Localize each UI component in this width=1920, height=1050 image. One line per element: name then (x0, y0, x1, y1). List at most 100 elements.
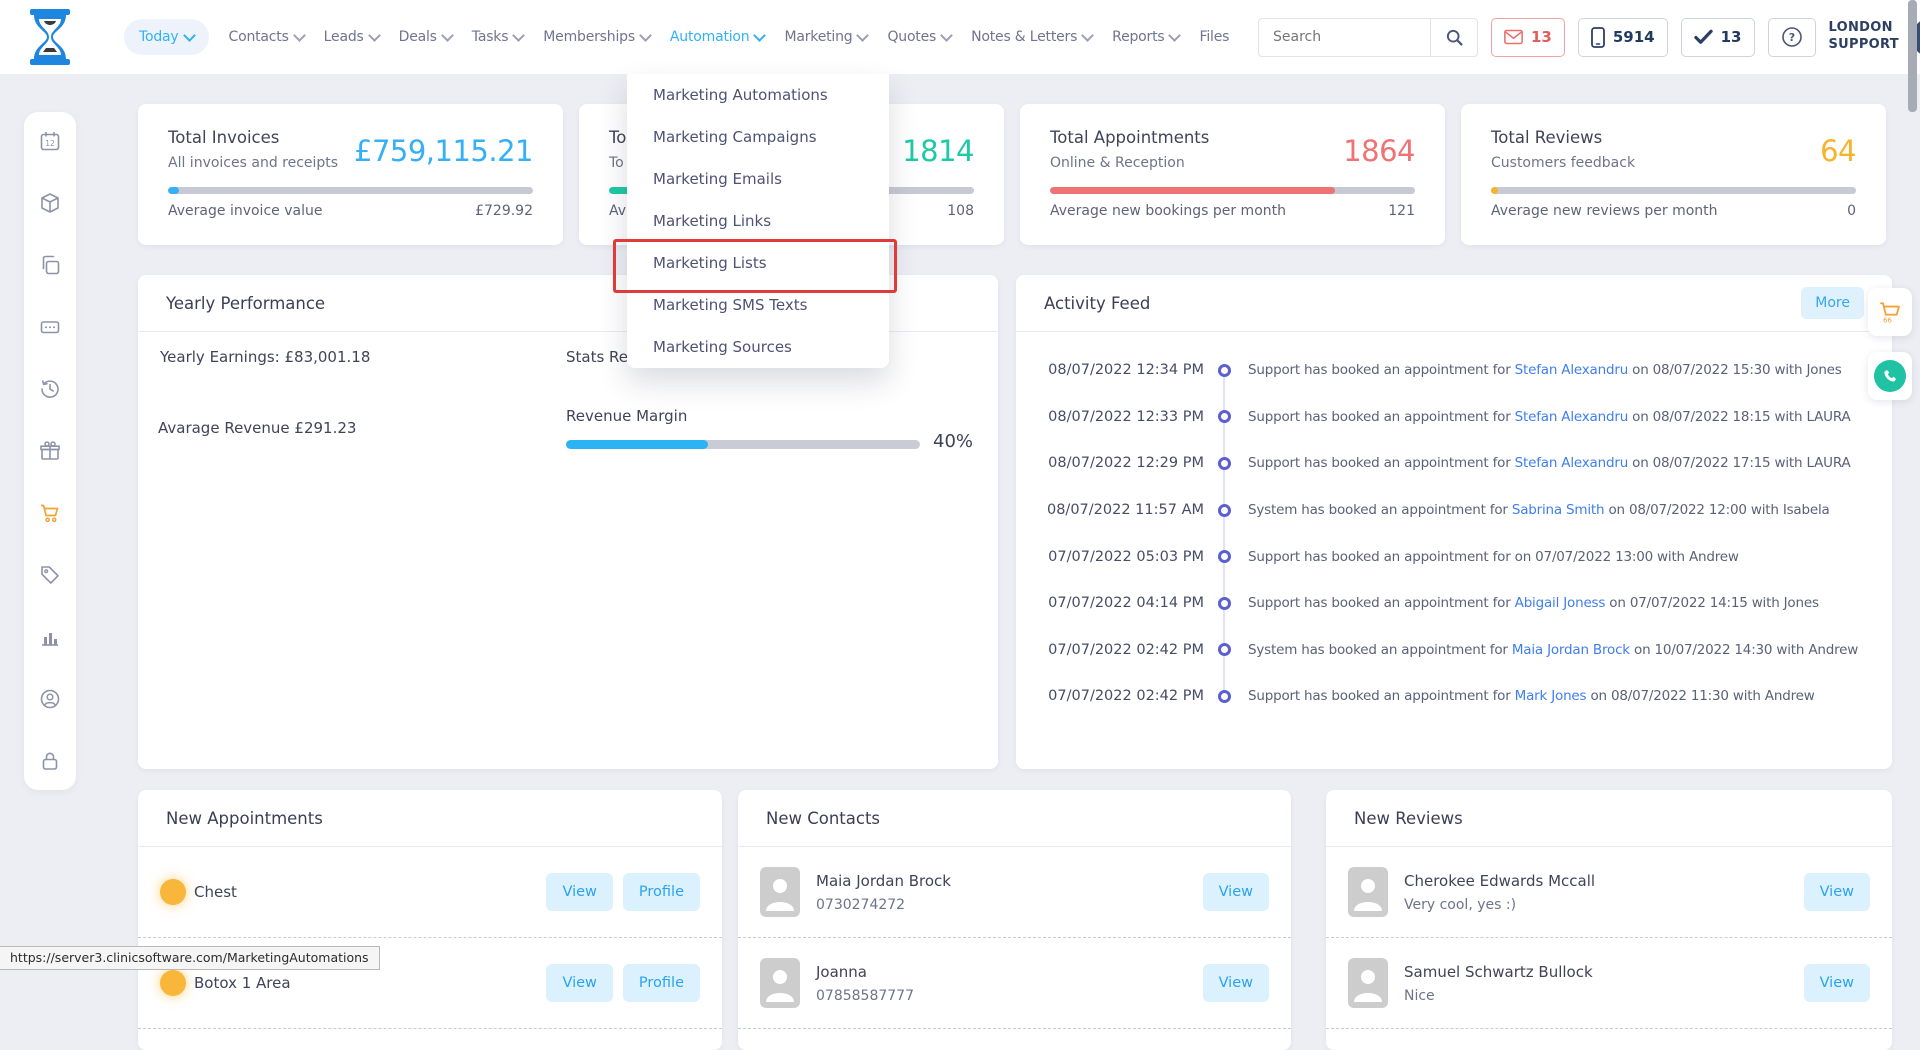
revenue-margin-pct: 40% (933, 431, 973, 452)
stat-card-progressbar (168, 187, 533, 194)
view-button[interactable]: View (1804, 873, 1870, 911)
tag-icon[interactable] (39, 564, 61, 586)
profile-button[interactable]: Profile (623, 873, 700, 911)
calendar-icon[interactable]: 12 (39, 130, 61, 152)
dropdown-menu-item[interactable]: Marketing Links (627, 200, 889, 242)
gift-icon[interactable] (39, 440, 61, 462)
nav-item[interactable]: Deals (399, 29, 452, 45)
contact-name: Joanna (816, 963, 914, 981)
nav-item[interactable]: Marketing (784, 29, 867, 45)
copy-icon[interactable] (39, 254, 61, 276)
reviewer-name: Cherokee Edwards Mccall (1404, 872, 1595, 890)
phone-widget-button[interactable] (1868, 352, 1912, 400)
lock-icon[interactable] (39, 750, 61, 772)
search-icon (1445, 28, 1464, 47)
contact-link[interactable]: Abigail Joness (1515, 595, 1606, 611)
stat-card-title: To (609, 128, 626, 147)
contact-link[interactable]: Stefan Alexandru (1515, 455, 1628, 471)
yearly-earnings: Yearly Earnings: £83,001.18 (160, 348, 370, 366)
svg-text:66: 66 (1883, 315, 1892, 324)
dropdown-menu-item[interactable]: Marketing Automations (627, 74, 889, 116)
contact-link[interactable]: Stefan Alexandru (1515, 409, 1628, 425)
view-button[interactable]: View (1203, 873, 1269, 911)
mail-badge[interactable]: 13 (1491, 18, 1565, 57)
stat-card-bottom-label: Average new reviews per month (1491, 203, 1718, 219)
dropdown-menu-item[interactable]: Marketing Campaigns (627, 116, 889, 158)
review-row: Cherokee Edwards Mccall Very cool, yes :… (1326, 847, 1892, 938)
activity-timestamp: 08/07/2022 11:57 AM (1044, 502, 1204, 518)
view-button[interactable]: View (546, 873, 612, 911)
nav-item[interactable]: Memberships (543, 29, 650, 45)
help-icon: ? (1781, 26, 1803, 48)
contact-phone: 0730274272 (816, 897, 951, 913)
package-icon[interactable] (39, 192, 61, 214)
help-button[interactable]: ? (1768, 18, 1816, 57)
view-button[interactable]: View (1804, 964, 1870, 1002)
logo-top-bar (30, 9, 70, 15)
profile-button[interactable]: Profile (623, 964, 700, 1002)
nav-item[interactable]: Reports (1112, 29, 1179, 45)
nav-item[interactable]: Contacts (229, 29, 304, 45)
contact-link[interactable]: Mark Jones (1515, 688, 1587, 704)
nav-item-label: Today (139, 29, 179, 45)
tasks-count: 13 (1721, 28, 1742, 46)
search-input[interactable] (1259, 29, 1430, 45)
timeline-marker-icon (1218, 364, 1231, 377)
search-button[interactable] (1430, 19, 1477, 56)
chevron-down-icon (183, 29, 196, 42)
chart-icon[interactable] (39, 626, 61, 648)
appointment-label: Botox 1 Area (194, 974, 291, 992)
activity-feed-list: 08/07/2022 12:34 PM Support has booked a… (1016, 331, 1892, 769)
nav-item[interactable]: Automation (670, 29, 765, 45)
stat-card-progress-fill (168, 187, 179, 194)
nav-item[interactable]: Notes & Letters (971, 29, 1092, 45)
activity-timestamp: 07/07/2022 04:14 PM (1044, 595, 1204, 611)
support-icon[interactable] (39, 688, 61, 710)
topbar: Today Contacts Leads Deals Tasks (0, 0, 1920, 74)
cart-icon[interactable] (39, 502, 61, 524)
stat-card-bottom-value: £729.92 (475, 203, 533, 219)
contact-link[interactable]: Stefan Alexandru (1515, 362, 1628, 378)
contact-link[interactable]: Sabrina Smith (1512, 502, 1605, 518)
dropdown-menu-item[interactable]: Marketing SMS Texts (627, 284, 889, 326)
contact-link[interactable]: Maia Jordan Brock (1512, 642, 1630, 658)
appointment-label: Chest (194, 883, 237, 901)
stat-card-bottom-value: 0 (1847, 203, 1856, 219)
dropdown-menu-item[interactable]: Marketing Emails (627, 158, 889, 200)
tasks-badge[interactable]: 13 (1681, 18, 1755, 57)
more-button[interactable]: More (1801, 287, 1864, 319)
nav-item-label: Marketing (784, 29, 852, 45)
stat-card-subtitle: Customers feedback (1491, 155, 1635, 171)
scrollbar-thumb[interactable] (1908, 0, 1917, 112)
voucher-icon[interactable] (39, 316, 61, 338)
nav-item[interactable]: Leads (324, 29, 379, 45)
activity-text: System has booked an appointment for Mai… (1248, 642, 1858, 658)
activity-text: Support has booked an appointment for St… (1248, 362, 1842, 378)
app-logo[interactable] (24, 8, 76, 66)
activity-feed-row: 08/07/2022 12:34 PM Support has booked a… (1016, 347, 1892, 394)
appointment-dot-icon (160, 879, 186, 905)
activity-timestamp: 08/07/2022 12:29 PM (1044, 455, 1204, 471)
stat-card-bottom-label: Av (609, 203, 626, 219)
nav-item[interactable]: Tasks (472, 29, 524, 45)
view-button[interactable]: View (1203, 964, 1269, 1002)
cart-widget-button[interactable]: 66 (1868, 288, 1912, 336)
chevron-down-icon (1169, 29, 1182, 42)
nav-item[interactable]: Quotes (887, 29, 951, 45)
stat-card-progress-fill (1050, 187, 1335, 194)
timeline-marker-icon (1218, 457, 1231, 470)
dropdown-menu-item[interactable]: Marketing Sources (627, 326, 889, 368)
nav-item[interactable]: Today (124, 19, 209, 55)
nav-item[interactable]: Files (1199, 29, 1244, 45)
stat-card-bottom-value: 108 (947, 203, 974, 219)
history-icon[interactable] (39, 378, 61, 400)
mail-icon (1504, 29, 1523, 45)
view-button[interactable]: View (546, 964, 612, 1002)
new-contacts-panel: New Contacts Maia Jordan Brock 073027427… (738, 790, 1291, 1050)
dropdown-menu-item[interactable]: Marketing Lists (627, 242, 889, 284)
timeline-marker-icon (1218, 690, 1231, 703)
average-revenue: Avarage Revenue £291.23 (158, 419, 356, 437)
phone-badge[interactable]: 5914 (1578, 18, 1668, 57)
stat-card-value: 1864 (1343, 134, 1415, 168)
stat-card-progressbar (1491, 187, 1856, 194)
